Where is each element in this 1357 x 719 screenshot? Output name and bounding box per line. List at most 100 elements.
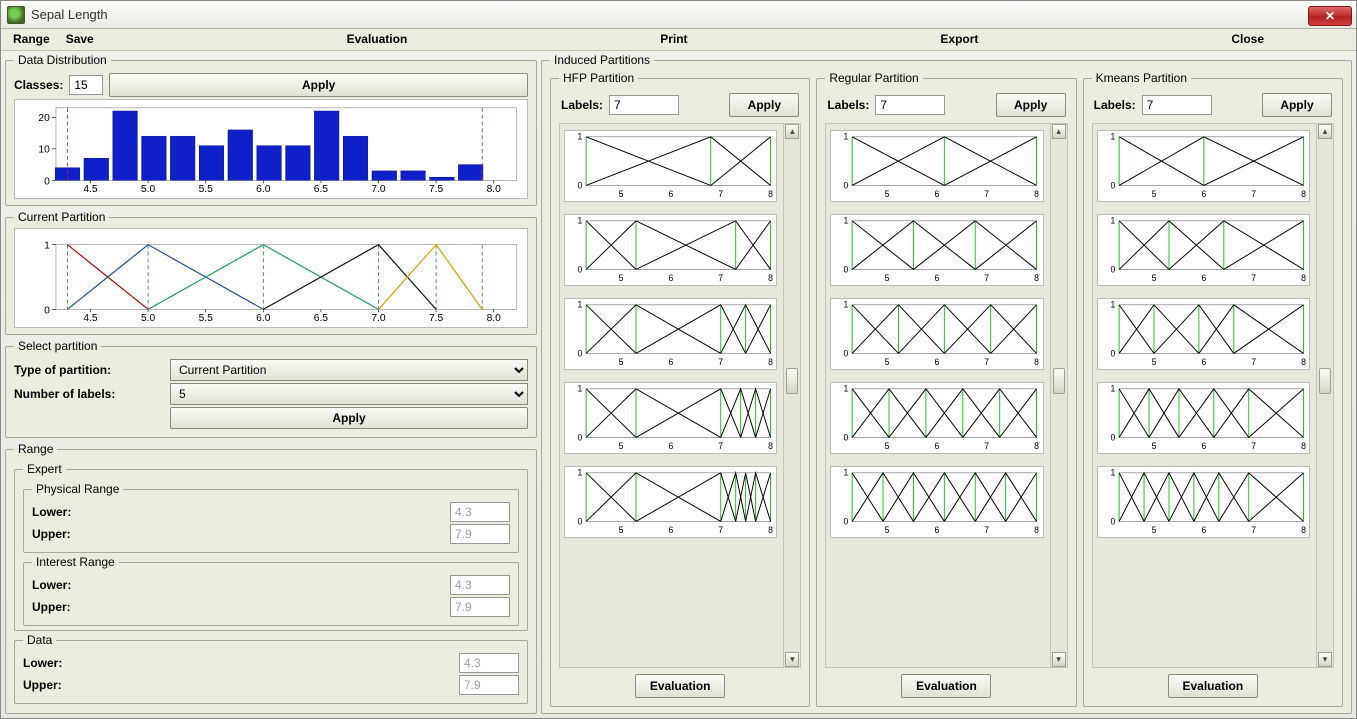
input-int-upper[interactable]	[450, 597, 510, 617]
scroll-down-icon[interactable]: ▾	[1318, 652, 1332, 667]
group-kmeans-partition: Kmeans Partition Labels: Apply 015678015…	[1083, 71, 1343, 707]
svg-text:6: 6	[668, 357, 673, 367]
apply-select-partition-button[interactable]: Apply	[170, 407, 528, 429]
scrollbar-hfp[interactable]: ▴ ▾	[784, 123, 801, 668]
svg-text:0: 0	[44, 305, 50, 316]
svg-text:7: 7	[718, 525, 723, 535]
svg-text:7: 7	[985, 273, 990, 283]
svg-text:0: 0	[1110, 432, 1115, 442]
scroll-down-icon[interactable]: ▾	[1052, 652, 1066, 667]
svg-text:6: 6	[935, 441, 940, 451]
menu-range[interactable]: Range	[5, 29, 58, 50]
menu-evaluation[interactable]: Evaluation	[339, 29, 416, 50]
svg-text:0: 0	[1110, 516, 1115, 526]
scrollbar-kmeans[interactable]: ▴ ▾	[1317, 123, 1334, 668]
select-type-of-partition[interactable]: Current Partition	[170, 359, 528, 381]
group-expert: Expert Physical Range Lower: Upper: Inte…	[14, 462, 528, 631]
scroll-thumb[interactable]	[1319, 368, 1331, 394]
select-number-of-labels[interactable]: 5	[170, 383, 528, 405]
close-window-button[interactable]: ✕	[1308, 6, 1352, 26]
group-range: Range Expert Physical Range Lower: Upper…	[5, 442, 537, 714]
apply-distribution-button[interactable]: Apply	[109, 73, 528, 97]
svg-text:5: 5	[619, 189, 624, 199]
svg-text:7: 7	[718, 441, 723, 451]
menubar: Range Save Evaluation Print Export Close	[1, 29, 1356, 51]
svg-text:7: 7	[985, 441, 990, 451]
svg-text:5: 5	[619, 273, 624, 283]
svg-text:5.5: 5.5	[199, 184, 214, 195]
svg-text:8: 8	[1301, 357, 1306, 367]
input-kmeans-labels[interactable]	[1142, 95, 1212, 115]
scrollbar-regular[interactable]: ▴ ▾	[1051, 123, 1068, 668]
svg-text:8: 8	[1034, 273, 1039, 283]
input-phys-upper[interactable]	[450, 524, 510, 544]
apply-regular-button[interactable]: Apply	[996, 93, 1066, 117]
svg-text:6: 6	[1201, 273, 1206, 283]
input-data-lower[interactable]	[459, 653, 519, 673]
svg-text:5: 5	[885, 525, 890, 535]
svg-text:8: 8	[1301, 273, 1306, 283]
svg-text:5: 5	[1151, 273, 1156, 283]
scroll-thumb[interactable]	[786, 368, 798, 394]
legend-induced-partitions: Induced Partitions	[550, 53, 654, 67]
svg-text:5: 5	[619, 357, 624, 367]
input-regular-labels[interactable]	[875, 95, 945, 115]
mini-partition-plot: 015678	[1097, 214, 1310, 286]
svg-text:1: 1	[577, 468, 582, 478]
svg-text:0: 0	[577, 348, 582, 358]
evaluation-kmeans-button[interactable]: Evaluation	[1168, 674, 1258, 698]
scroll-up-icon[interactable]: ▴	[785, 124, 799, 139]
scroll-up-icon[interactable]: ▴	[1052, 124, 1066, 139]
svg-text:8: 8	[768, 525, 773, 535]
scroll-thumb[interactable]	[1053, 368, 1065, 394]
legend-range: Range	[14, 442, 57, 456]
label-data-upper: Upper:	[23, 678, 62, 692]
plot-current-partition: 014.55.05.56.06.57.07.58.0	[14, 228, 528, 328]
menu-save[interactable]: Save	[58, 29, 102, 50]
input-int-lower[interactable]	[450, 575, 510, 595]
input-classes[interactable]	[69, 75, 103, 95]
svg-text:7.0: 7.0	[371, 313, 386, 324]
svg-text:1: 1	[577, 384, 582, 394]
legend-current-partition: Current Partition	[14, 210, 109, 224]
mini-partition-plot: 015678	[1097, 298, 1310, 370]
scroll-up-icon[interactable]: ▴	[1318, 124, 1332, 139]
evaluation-regular-button[interactable]: Evaluation	[901, 674, 991, 698]
svg-text:8: 8	[768, 189, 773, 199]
input-data-upper[interactable]	[459, 675, 519, 695]
svg-text:8: 8	[1034, 525, 1039, 535]
svg-text:0: 0	[1110, 180, 1115, 190]
menu-close[interactable]: Close	[1223, 29, 1272, 50]
input-phys-lower[interactable]	[450, 502, 510, 522]
svg-text:7: 7	[985, 357, 990, 367]
menu-print[interactable]: Print	[652, 29, 695, 50]
svg-text:7: 7	[985, 525, 990, 535]
group-induced-partitions: Induced Partitions HFP Partition Labels:…	[541, 53, 1352, 714]
svg-text:5: 5	[1151, 441, 1156, 451]
apply-hfp-button[interactable]: Apply	[729, 93, 799, 117]
legend-kmeans: Kmeans Partition	[1092, 71, 1191, 85]
mini-partition-plot: 015678	[564, 382, 777, 454]
svg-text:8: 8	[1301, 189, 1306, 199]
evaluation-hfp-button[interactable]: Evaluation	[635, 674, 725, 698]
svg-text:6: 6	[935, 525, 940, 535]
svg-text:7: 7	[718, 357, 723, 367]
svg-text:8: 8	[1034, 189, 1039, 199]
svg-text:0: 0	[844, 516, 849, 526]
scroll-down-icon[interactable]: ▾	[785, 652, 799, 667]
svg-text:6.0: 6.0	[256, 313, 271, 324]
svg-text:5.0: 5.0	[141, 313, 156, 324]
label-kmeans-labels: Labels:	[1094, 98, 1136, 112]
svg-text:6: 6	[1201, 441, 1206, 451]
menu-export[interactable]: Export	[932, 29, 986, 50]
label-int-upper: Upper:	[32, 600, 71, 614]
svg-text:6: 6	[935, 189, 940, 199]
group-regular-partition: Regular Partition Labels: Apply 01567801…	[816, 71, 1076, 707]
apply-kmeans-button[interactable]: Apply	[1262, 93, 1332, 117]
mini-partition-plot: 015678	[564, 214, 777, 286]
svg-text:6.0: 6.0	[256, 184, 271, 195]
input-hfp-labels[interactable]	[609, 95, 679, 115]
svg-text:1: 1	[44, 241, 50, 252]
svg-text:7.0: 7.0	[371, 184, 386, 195]
svg-text:8: 8	[1034, 441, 1039, 451]
